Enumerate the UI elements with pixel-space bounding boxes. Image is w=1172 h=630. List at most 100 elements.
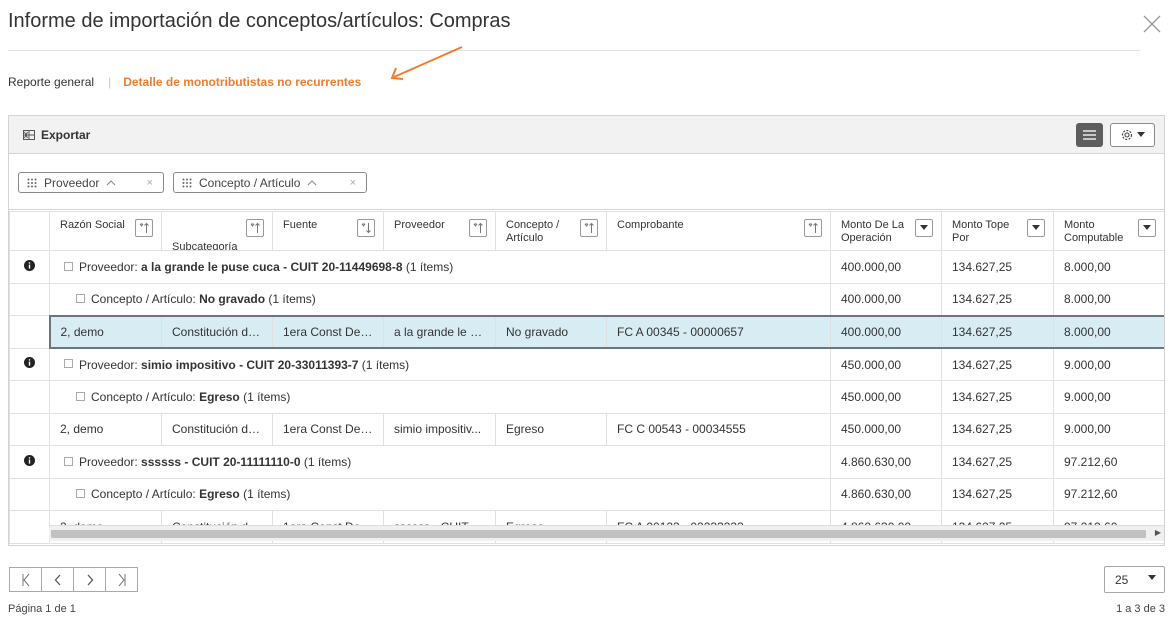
cell-monto[interactable]: 450.000,00 xyxy=(830,412,942,446)
group-count: (1 ítems) xyxy=(300,454,352,469)
chevron-up-icon[interactable] xyxy=(307,179,317,186)
last-page-icon xyxy=(118,573,125,586)
header-proveedor[interactable]: Proveedor xyxy=(383,211,496,251)
excel-icon xyxy=(23,130,35,140)
cell-fuente[interactable]: 1era Const Der... xyxy=(272,314,384,349)
subgroup-row[interactable]: Concepto / Artículo: Egreso (1 ítems) 4.… xyxy=(9,477,1164,511)
cell-subcategoria[interactable]: Constitución de... xyxy=(161,314,273,349)
toggle-grouping-button[interactable] xyxy=(1076,123,1103,147)
sort-asc-icon[interactable] xyxy=(246,219,264,237)
group-prefix: Proveedor: xyxy=(79,357,142,372)
group-chip-concepto[interactable]: Concepto / Artículo × xyxy=(173,172,367,193)
subgroup-label-cell: Concepto / Artículo: No gravado (1 ítems… xyxy=(49,282,831,316)
collapse-icon[interactable] xyxy=(76,489,85,499)
subgroup-name: Egreso xyxy=(199,389,240,404)
export-button[interactable]: Exportar xyxy=(23,128,90,142)
cell-monto[interactable]: 400.000,00 xyxy=(830,314,942,349)
sort-asc-icon[interactable] xyxy=(469,219,487,237)
info-icon[interactable] xyxy=(24,357,35,369)
chevron-up-icon[interactable] xyxy=(106,179,116,186)
grid-toolbar: Exportar xyxy=(9,116,1164,154)
header-info xyxy=(9,211,50,251)
collapse-icon[interactable] xyxy=(64,359,73,369)
close-icon[interactable] xyxy=(1142,14,1162,34)
remove-group-icon[interactable]: × xyxy=(147,177,153,189)
header-label: Comprobante xyxy=(617,219,684,231)
tab-reporte-general[interactable]: Reporte general xyxy=(8,75,94,89)
collapse-icon[interactable] xyxy=(76,293,85,303)
group-chip-proveedor[interactable]: Proveedor × xyxy=(18,172,164,193)
group-row[interactable]: Proveedor: simio impositivo - CUIT 20-33… xyxy=(9,347,1164,381)
drag-handle-icon[interactable] xyxy=(27,178,37,188)
first-page-button[interactable] xyxy=(9,567,42,592)
cell-tope[interactable]: 134.627,25 xyxy=(941,314,1054,349)
group-info-cell[interactable] xyxy=(9,347,50,381)
table-row[interactable]: 2, demo Constitución de... 1era Const De… xyxy=(9,412,1164,446)
scroll-right-icon[interactable]: ▶ xyxy=(1155,528,1161,537)
group-tope: 134.627,25 xyxy=(941,445,1054,479)
cell-comprobante[interactable]: FC A 00345 - 00000657 xyxy=(606,314,831,349)
cell-concepto[interactable]: Egreso xyxy=(495,412,607,446)
sort-asc-icon[interactable] xyxy=(135,219,153,237)
header-fuente[interactable]: Fuente xyxy=(272,211,384,251)
group-label-cell: Proveedor: a la grande le puse cuca - CU… xyxy=(49,250,831,284)
cell-razon-social[interactable]: 2, demo xyxy=(49,412,162,446)
sort-desc-icon[interactable] xyxy=(357,219,375,237)
spacer-cell xyxy=(9,282,50,316)
subgroup-row[interactable]: Concepto / Artículo: No gravado (1 ítems… xyxy=(9,282,1164,316)
header-comprobante[interactable]: Comprobante xyxy=(606,211,831,251)
subgroup-monto: 400.000,00 xyxy=(830,282,942,316)
info-icon[interactable] xyxy=(24,259,35,271)
group-info-cell[interactable] xyxy=(9,445,50,479)
header-monto-operacion[interactable]: Monto De La Operación xyxy=(830,211,942,251)
page-size-select[interactable]: 25 xyxy=(1104,566,1165,593)
group-computable: 8.000,00 xyxy=(1053,250,1164,284)
remove-group-icon[interactable]: × xyxy=(350,177,356,189)
cell-comprobante[interactable]: FC C 00543 - 00034555 xyxy=(606,412,831,446)
settings-dropdown-button[interactable] xyxy=(1110,123,1155,147)
prev-page-button[interactable] xyxy=(41,567,74,592)
cell-computable[interactable]: 9.000,00 xyxy=(1053,412,1164,446)
scrollbar-thumb[interactable] xyxy=(51,530,1146,538)
collapse-icon[interactable] xyxy=(64,261,73,271)
cell-proveedor[interactable]: simio impositiv... xyxy=(383,412,496,446)
subgroup-name: Egreso xyxy=(199,487,240,502)
first-page-icon xyxy=(22,573,29,586)
tab-separator: | xyxy=(108,75,112,89)
header-concepto[interactable]: Concepto / Artículo xyxy=(495,211,607,251)
report-tabs: Reporte general | Detalle de monotributi… xyxy=(8,75,361,89)
cell-subcategoria[interactable]: Constitución de... xyxy=(161,412,273,446)
header-razon-social[interactable]: Razón Social xyxy=(49,211,162,251)
subgroup-row[interactable]: Concepto / Artículo: Egreso (1 ítems) 45… xyxy=(9,380,1164,414)
header-label: Razón Social xyxy=(60,219,125,231)
cell-proveedor[interactable]: a la grande le p... xyxy=(383,314,496,349)
drag-handle-icon[interactable] xyxy=(182,178,192,188)
sort-asc-icon[interactable] xyxy=(804,219,822,237)
tab-detalle-monotributistas[interactable]: Detalle de monotributistas no recurrente… xyxy=(123,75,361,89)
column-menu-icon[interactable] xyxy=(915,219,933,237)
header-label: Monto De La Operación xyxy=(841,219,904,244)
group-info-cell[interactable] xyxy=(9,250,50,284)
header-subcategoria[interactable]: Subcategoría xyxy=(161,211,273,251)
subgroup-computable: 9.000,00 xyxy=(1053,380,1164,414)
collapse-icon[interactable] xyxy=(64,456,73,466)
column-menu-icon[interactable] xyxy=(1027,219,1045,237)
table-row[interactable]: 2, demo Constitución de... 1era Const De… xyxy=(9,314,1164,349)
next-page-button[interactable] xyxy=(73,567,106,592)
cell-computable[interactable]: 8.000,00 xyxy=(1053,314,1164,349)
header-monto-tope[interactable]: Monto Tope Por xyxy=(941,211,1054,251)
last-page-button[interactable] xyxy=(105,567,138,592)
sort-asc-icon[interactable] xyxy=(580,219,598,237)
group-row[interactable]: Proveedor: ssssss - CUIT 20-11111110-0 (… xyxy=(9,445,1164,479)
column-menu-icon[interactable] xyxy=(1138,219,1156,237)
cell-concepto[interactable]: No gravado xyxy=(495,314,607,349)
cell-tope[interactable]: 134.627,25 xyxy=(941,412,1054,446)
horizontal-scrollbar[interactable]: ▶ xyxy=(49,525,1164,541)
group-row[interactable]: Proveedor: a la grande le puse cuca - CU… xyxy=(9,250,1164,284)
collapse-icon[interactable] xyxy=(76,391,85,401)
header-monto-computable[interactable]: Monto Computable xyxy=(1053,211,1164,251)
cell-fuente[interactable]: 1era Const Der... xyxy=(272,412,384,446)
cell-razon-social[interactable]: 2, demo xyxy=(48,314,162,349)
header-label: Subcategoría xyxy=(172,241,238,251)
info-icon[interactable] xyxy=(24,454,35,466)
